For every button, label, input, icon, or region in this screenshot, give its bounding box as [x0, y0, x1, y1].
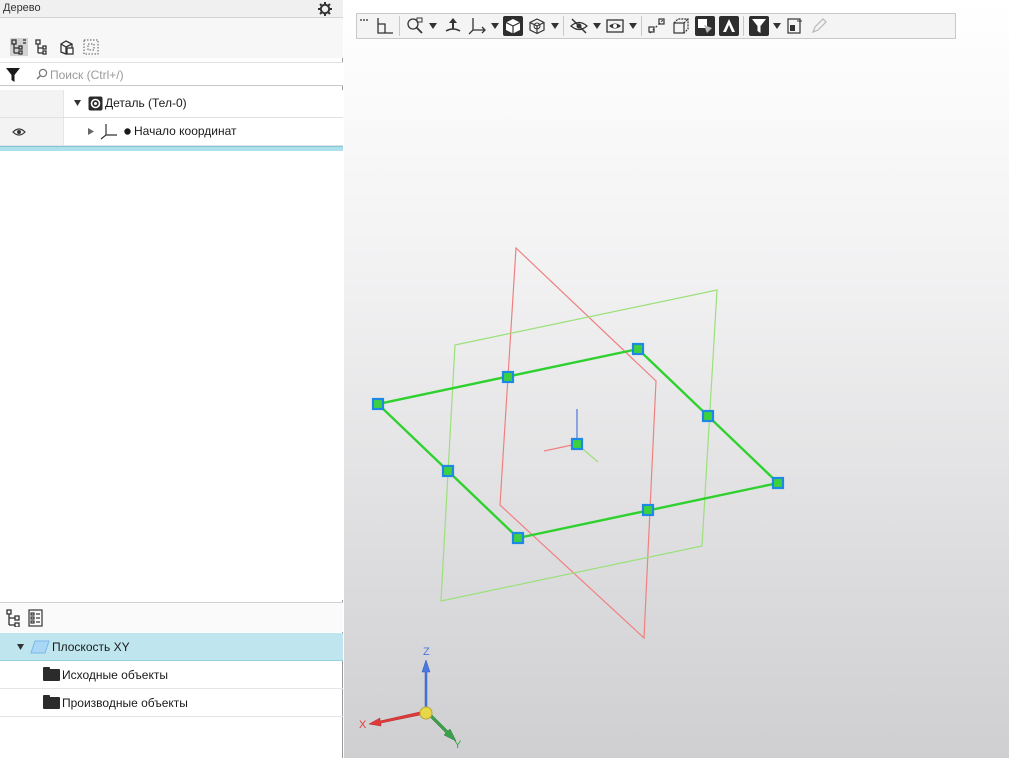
tree-toolbar [0, 18, 343, 58]
filter-icon[interactable] [6, 68, 20, 82]
search-icon [36, 68, 48, 80]
handle [641, 503, 655, 517]
properties-item-label: Исходные объекты [62, 668, 168, 682]
tree-build-order-icon[interactable] [34, 38, 52, 56]
visibility-cell[interactable] [0, 118, 64, 145]
part-icon [88, 96, 103, 111]
folder-icon [43, 667, 60, 681]
handle [501, 370, 515, 384]
handle [570, 437, 584, 451]
handle [441, 464, 455, 478]
model-viewport[interactable]: Z X Y [344, 0, 1009, 758]
panel-titlebar: Дерево [0, 0, 343, 18]
tree-panel: Дерево Поиск (Ctrl+/) Деталь (Тел-0) Нач… [0, 0, 343, 758]
handle [631, 342, 645, 356]
tree-search [0, 62, 343, 86]
search-input[interactable] [50, 66, 330, 84]
tree-divider[interactable] [0, 146, 343, 151]
properties-item-plane-xy[interactable]: Плоскость XY [0, 633, 343, 661]
axis-gizmo[interactable] [368, 659, 457, 742]
tree-structure-icon[interactable] [10, 38, 28, 56]
handle [371, 397, 385, 411]
tree-list: Деталь (Тел-0) Начало координат [0, 90, 343, 600]
plane-icon [30, 640, 50, 654]
plane-handles[interactable] [371, 342, 785, 545]
tree-filter-view-icon[interactable] [82, 38, 100, 56]
properties-tree-icon[interactable] [6, 609, 22, 627]
properties-list-icon[interactable] [28, 609, 44, 627]
handle [701, 409, 715, 423]
chevron-down-icon[interactable] [74, 100, 81, 106]
properties-item-derived-objects[interactable]: Производные объекты [0, 689, 343, 717]
properties-item-label: Производные объекты [62, 696, 188, 710]
gizmo-axis-z [421, 659, 431, 713]
gizmo-axis-x [368, 710, 426, 727]
tree-objects-icon[interactable] [58, 38, 76, 56]
properties-item-source-objects[interactable]: Исходные объекты [0, 661, 343, 689]
bullet-icon [124, 128, 131, 135]
gizmo-label-z: Z [423, 646, 430, 658]
chevron-right-icon[interactable] [88, 128, 94, 135]
tree-item-origin[interactable]: Начало координат [0, 118, 343, 146]
handle [511, 531, 525, 545]
panel-title: Дерево [3, 2, 41, 14]
tree-item-part[interactable]: Деталь (Тел-0) [0, 90, 343, 118]
gizmo-label-x: X [359, 719, 367, 731]
origin-icon [100, 124, 117, 140]
folder-icon [43, 695, 60, 709]
tree-item-label: Начало координат [134, 124, 237, 138]
3d-scene[interactable]: Z X Y [344, 0, 1009, 758]
eye-icon[interactable] [12, 127, 26, 137]
tree-item-label: Деталь (Тел-0) [105, 96, 187, 110]
properties-item-label: Плоскость XY [52, 640, 130, 654]
chevron-down-icon[interactable] [17, 644, 24, 650]
properties-toolbar [0, 602, 343, 632]
gizmo-origin [419, 706, 433, 720]
handle [771, 476, 785, 490]
visibility-cell[interactable] [0, 90, 64, 117]
gear-icon[interactable] [317, 1, 333, 17]
gizmo-label-y: Y [454, 739, 462, 751]
